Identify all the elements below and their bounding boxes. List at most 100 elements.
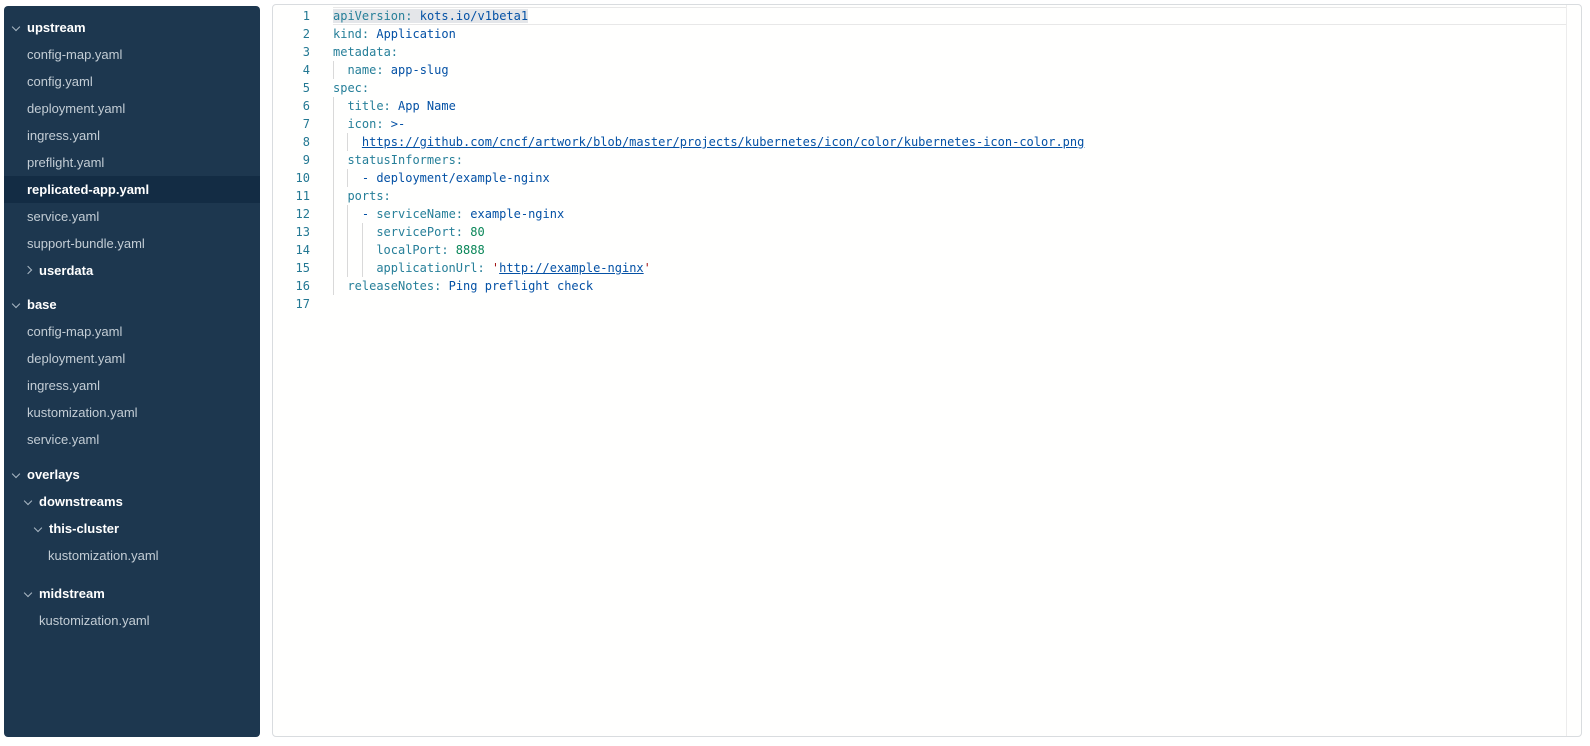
code-token-key: statusInformers: bbox=[347, 153, 463, 167]
editor-line[interactable]: 9 statusInformers: bbox=[273, 151, 1581, 169]
indent-guide bbox=[333, 205, 347, 223]
line-content: apiVersion: kots.io/v1beta1 bbox=[310, 9, 528, 23]
selection-highlight: apiVersion: kots.io/v1beta1 bbox=[333, 9, 528, 23]
file-tree-sidebar: upstreamconfig-map.yamlconfig.yamldeploy… bbox=[4, 6, 260, 737]
line-number: 7 bbox=[273, 115, 310, 133]
tree-item-label: userdata bbox=[39, 263, 93, 278]
editor-line[interactable]: 13servicePort: 80 bbox=[273, 223, 1581, 241]
editor-line[interactable]: 12- serviceName: example-nginx bbox=[273, 205, 1581, 223]
tree-folder-userdata[interactable]: userdata bbox=[4, 257, 260, 284]
tree-file-service-yaml[interactable]: service.yaml bbox=[4, 426, 260, 453]
indent-guide bbox=[333, 61, 347, 79]
chevron-down-icon bbox=[12, 470, 20, 478]
tree-file-kustomization-yaml[interactable]: kustomization.yaml bbox=[4, 607, 260, 634]
tree-file-deployment-yaml[interactable]: deployment.yaml bbox=[4, 345, 260, 372]
line-number: 4 bbox=[273, 61, 310, 79]
code-token-plain bbox=[384, 63, 391, 77]
line-content: icon: >- bbox=[310, 117, 405, 131]
tree-file-replicated-app-yaml[interactable]: replicated-app.yaml bbox=[4, 176, 260, 203]
indent-guide bbox=[333, 187, 347, 205]
editor-line[interactable]: 3metadata: bbox=[273, 43, 1581, 61]
code-link[interactable]: http://example-nginx bbox=[499, 261, 644, 275]
editor-line[interactable]: 7icon: >- bbox=[273, 115, 1581, 133]
editor-line[interactable]: 4name: app-slug bbox=[273, 61, 1581, 79]
tree-file-kustomization-yaml[interactable]: kustomization.yaml bbox=[4, 542, 260, 569]
code-token-key: title: bbox=[347, 99, 390, 113]
code-editor[interactable]: 1apiVersion: kots.io/v1beta12kind: Appli… bbox=[272, 4, 1582, 737]
tree-item-label: deployment.yaml bbox=[27, 101, 125, 116]
tree-item-label: config-map.yaml bbox=[27, 324, 122, 339]
tree-item-label: deployment.yaml bbox=[27, 351, 125, 366]
tree-file-ingress-yaml[interactable]: ingress.yaml bbox=[4, 122, 260, 149]
chevron-down-icon bbox=[24, 589, 32, 597]
indent-guide bbox=[362, 223, 376, 241]
editor-line[interactable]: 10- deployment/example-nginx bbox=[273, 169, 1581, 187]
line-number: 17 bbox=[273, 295, 310, 313]
indent-guide bbox=[333, 277, 347, 295]
line-number: 6 bbox=[273, 97, 310, 115]
code-token-plain bbox=[441, 279, 448, 293]
line-content: https://github.com/cncf/artwork/blob/mas… bbox=[310, 135, 1084, 149]
line-content: ports: bbox=[310, 189, 391, 203]
tree-folder-base[interactable]: base bbox=[4, 291, 260, 318]
tree-file-config-map-yaml[interactable]: config-map.yaml bbox=[4, 318, 260, 345]
file-tree: upstreamconfig-map.yamlconfig.yamldeploy… bbox=[4, 14, 260, 634]
code-link[interactable]: https://github.com/cncf/artwork/blob/mas… bbox=[362, 135, 1084, 149]
code-token-plain bbox=[384, 117, 391, 131]
editor-line[interactable]: 5spec: bbox=[273, 79, 1581, 97]
indent-guide bbox=[333, 151, 347, 169]
tree-folder-downstreams[interactable]: downstreams bbox=[4, 488, 260, 515]
code-token-key: metadata: bbox=[333, 45, 398, 59]
editor-line[interactable]: 17 bbox=[273, 295, 1581, 313]
indent-guide bbox=[333, 133, 347, 151]
line-number: 16 bbox=[273, 277, 310, 295]
line-content: - serviceName: example-nginx bbox=[310, 207, 564, 221]
line-number: 9 bbox=[273, 151, 310, 169]
code-token-val: - bbox=[362, 207, 376, 221]
tree-file-config-map-yaml[interactable]: config-map.yaml bbox=[4, 41, 260, 68]
overview-ruler-border bbox=[1566, 5, 1567, 736]
tree-folder-this-cluster[interactable]: this-cluster bbox=[4, 515, 260, 542]
line-content: kind: Application bbox=[310, 27, 456, 41]
code-token-val: App Name bbox=[398, 99, 456, 113]
tree-item-label: kustomization.yaml bbox=[48, 548, 159, 563]
indent-guide bbox=[347, 223, 361, 241]
code-token-key: icon: bbox=[347, 117, 383, 131]
tree-item-label: midstream bbox=[39, 586, 105, 601]
editor-line[interactable]: 16releaseNotes: Ping preflight check bbox=[273, 277, 1581, 295]
tree-item-label: kustomization.yaml bbox=[39, 613, 150, 628]
tree-item-label: replicated-app.yaml bbox=[27, 182, 149, 197]
tree-item-label: downstreams bbox=[39, 494, 123, 509]
editor-line[interactable]: 8 https://github.com/cncf/artwork/blob/ma… bbox=[273, 133, 1581, 151]
code-token-num: 80 bbox=[470, 225, 484, 239]
line-number: 2 bbox=[273, 25, 310, 43]
editor-line[interactable]: 2kind: Application bbox=[273, 25, 1581, 43]
line-number: 8 bbox=[273, 133, 310, 151]
indent-guide bbox=[362, 259, 376, 277]
editor-line[interactable]: 14localPort: 8888 bbox=[273, 241, 1581, 259]
editor-line[interactable]: 1apiVersion: kots.io/v1beta1 bbox=[273, 7, 1581, 25]
tree-item-label: ingress.yaml bbox=[27, 378, 100, 393]
tree-file-support-bundle-yaml[interactable]: support-bundle.yaml bbox=[4, 230, 260, 257]
code-token-key: spec: bbox=[333, 81, 369, 95]
line-number: 11 bbox=[273, 187, 310, 205]
code-token-plain bbox=[449, 243, 456, 257]
indent-guide bbox=[347, 169, 361, 187]
tree-file-preflight-yaml[interactable]: preflight.yaml bbox=[4, 149, 260, 176]
tree-folder-midstream[interactable]: midstream bbox=[4, 580, 260, 607]
tree-item-label: base bbox=[27, 297, 57, 312]
chevron-down-icon bbox=[12, 23, 20, 31]
editor-line[interactable]: 15applicationUrl: 'http://example-nginx' bbox=[273, 259, 1581, 277]
tree-file-config-yaml[interactable]: config.yaml bbox=[4, 68, 260, 95]
tree-item-label: preflight.yaml bbox=[27, 155, 104, 170]
tree-file-service-yaml[interactable]: service.yaml bbox=[4, 203, 260, 230]
tree-folder-overlays[interactable]: overlays bbox=[4, 461, 260, 488]
tree-file-kustomization-yaml[interactable]: kustomization.yaml bbox=[4, 399, 260, 426]
indent-guide bbox=[347, 205, 361, 223]
tree-file-deployment-yaml[interactable]: deployment.yaml bbox=[4, 95, 260, 122]
tree-folder-upstream[interactable]: upstream bbox=[4, 14, 260, 41]
editor-line[interactable]: 11ports: bbox=[273, 187, 1581, 205]
editor-line[interactable]: 6 title: App Name bbox=[273, 97, 1581, 115]
tree-item-label: kustomization.yaml bbox=[27, 405, 138, 420]
tree-file-ingress-yaml[interactable]: ingress.yaml bbox=[4, 372, 260, 399]
